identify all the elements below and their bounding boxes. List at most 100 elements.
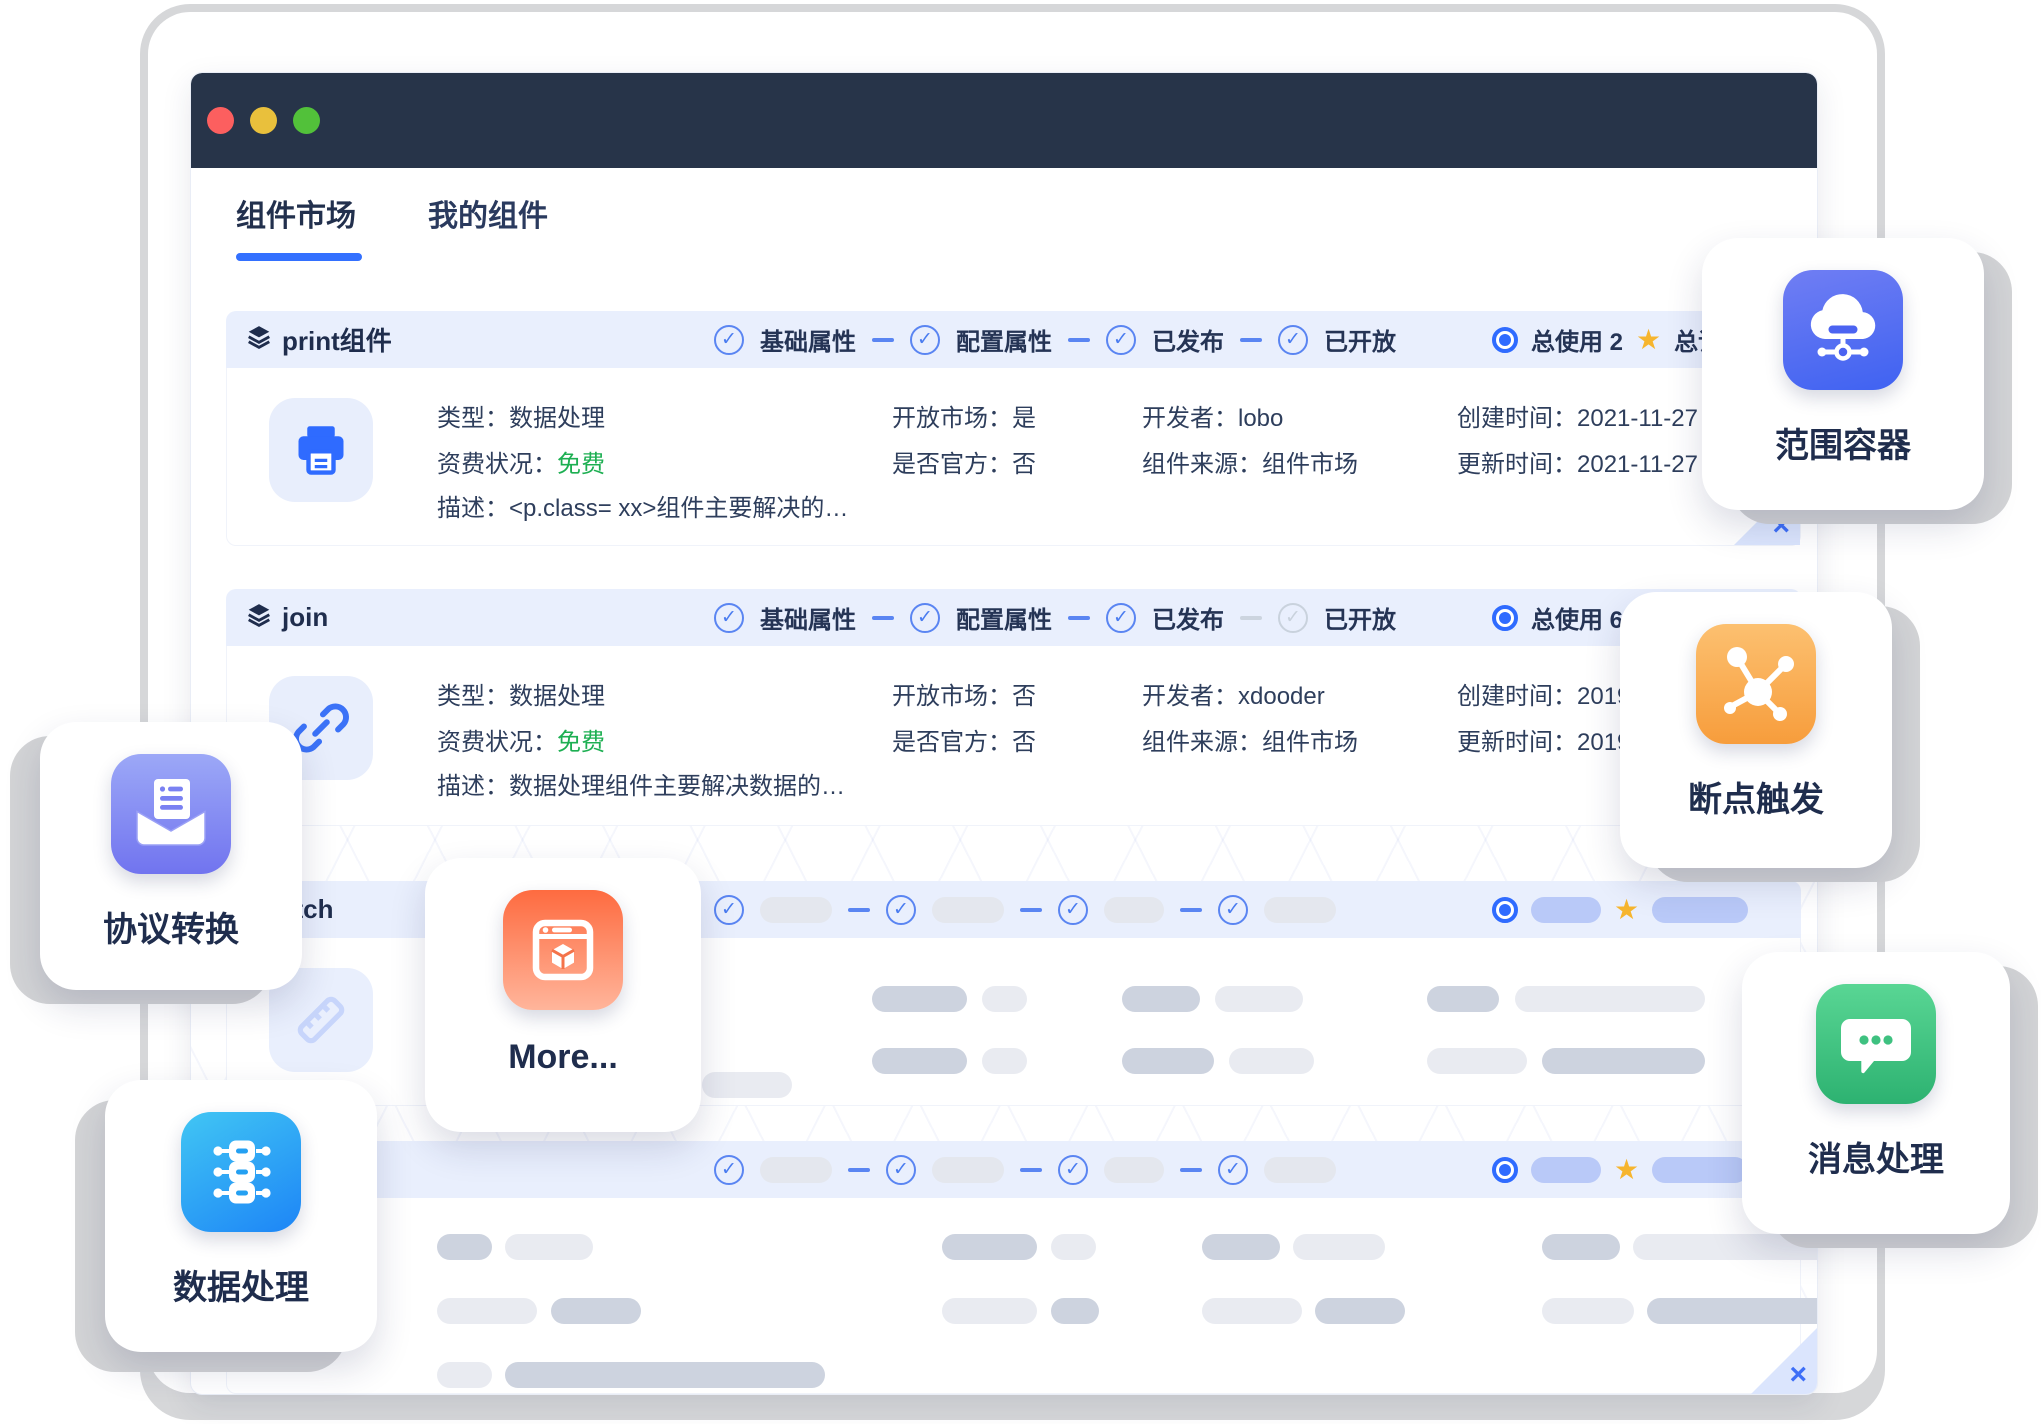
step-dash: [1180, 908, 1202, 912]
floating-card-data-processing[interactable]: 数据处理: [105, 1080, 377, 1352]
floating-card-scope-container[interactable]: 范围容器: [1702, 238, 1984, 510]
step-dash: [1068, 338, 1090, 342]
usage-count: 总使用 2: [1531, 322, 1623, 357]
row-stats: ★: [1492, 881, 1748, 938]
star-icon: ★: [1614, 896, 1639, 924]
usage-icon: [1492, 605, 1518, 631]
field-type: 类型：数据处理: [437, 676, 605, 711]
skeleton-pill: [437, 1298, 537, 1324]
component-row-header[interactable]: ✓ ✓ ✓ ✓ ★: [226, 1141, 1801, 1198]
check-icon: ✓: [910, 603, 940, 633]
row-stats: ★: [1492, 1141, 1748, 1198]
field-open-market: 开放市场：否: [892, 676, 1036, 711]
step-dash: [848, 1168, 870, 1172]
row-details: 类型：数据处理 资费状况：免费 描述：数据处理组件主要解决数据的… 开放市场：否…: [226, 646, 1801, 826]
minimize-window-button[interactable]: [250, 107, 277, 134]
row-details: 类型：数据处理 资费状况：免费 描述：<p.class= xx>组件主要解决的……: [226, 368, 1801, 546]
field-developer: 开发者：lobo: [1142, 398, 1283, 433]
skeleton-pill: [1051, 1234, 1096, 1260]
page: 组件市场 我的组件 print组件 ✓ 基础属性 ✓ 配置属性 ✓ 已发布 ✓ 已开放: [0, 0, 2041, 1424]
skeleton-pill: [437, 1362, 492, 1388]
skeleton-pill: [872, 1048, 967, 1074]
skeleton-pill: [1264, 897, 1336, 923]
check-icon: ✓: [886, 895, 916, 925]
skeleton-pill: [702, 1072, 792, 1098]
tab-my-components[interactable]: 我的组件: [428, 191, 548, 261]
field-developer: 开发者：xdooder: [1142, 676, 1325, 711]
row-details: [226, 1198, 1801, 1394]
skeleton-pill: [1293, 1234, 1385, 1260]
card-label: 协议转换: [103, 902, 239, 951]
step-label: 基础属性: [760, 600, 856, 635]
floating-card-protocol-conversion[interactable]: 协议转换: [40, 722, 302, 990]
molecule-icon: [1696, 624, 1816, 744]
card-label: 消息处理: [1808, 1132, 1944, 1181]
field-official: 是否官方：否: [892, 444, 1036, 479]
floating-card-breakpoint-trigger[interactable]: 断点触发: [1620, 592, 1892, 868]
step-dash: [848, 908, 870, 912]
skeleton-pill: [1652, 1157, 1748, 1183]
step-label: 已发布: [1152, 322, 1224, 357]
skeleton-pill: [1542, 1048, 1705, 1074]
field-official: 是否官方：否: [892, 722, 1036, 757]
field-open-market: 开放市场：是: [892, 398, 1036, 433]
chat-bubble-icon: [1816, 984, 1936, 1104]
check-icon: ✓: [1106, 603, 1136, 633]
skeleton-pill: [982, 1048, 1027, 1074]
skeleton-pill: [1122, 1048, 1214, 1074]
field-description: 描述：<p.class= xx>组件主要解决的…: [437, 488, 848, 523]
close-icon: ×: [1789, 1360, 1807, 1390]
step-dash: [1240, 338, 1262, 342]
skeleton-pill: [1202, 1234, 1280, 1260]
tab-component-market[interactable]: 组件市场: [236, 191, 356, 261]
card-label: More...: [508, 1038, 618, 1077]
data-mapping-icon: [181, 1112, 301, 1232]
skeleton-pill: [1427, 1048, 1527, 1074]
check-icon: ✓: [1106, 325, 1136, 355]
star-icon: ★: [1636, 326, 1661, 354]
maximize-window-button[interactable]: [293, 107, 320, 134]
check-icon: ✓: [910, 325, 940, 355]
step-label: 已开放: [1324, 322, 1396, 357]
check-icon: ✓: [714, 325, 744, 355]
skeleton-pill: [505, 1362, 825, 1388]
progress-steps: ✓ ✓ ✓ ✓: [714, 1141, 1336, 1198]
step-label: 已发布: [1152, 600, 1224, 635]
skeleton-pill: [982, 986, 1027, 1012]
row-stats: 总使用 6: [1492, 589, 1623, 646]
skeleton-pill: [872, 986, 967, 1012]
component-row-print: print组件 ✓基础属性 ✓配置属性 ✓已发布 ✓已开放 总使用 2 ★ 总评: [226, 311, 1801, 546]
skeleton-pill: [942, 1234, 1037, 1260]
check-icon: ✓: [1278, 325, 1308, 355]
step-label: 配置属性: [956, 600, 1052, 635]
card-label: 断点触发: [1688, 772, 1824, 821]
envelope-document-icon: [111, 754, 231, 874]
browser-cube-icon: [503, 890, 623, 1010]
component-row-join: join ✓基础属性 ✓配置属性 ✓已发布 ✓已开放 总使用 6 类型：数据处理: [226, 589, 1801, 826]
layers-icon: [246, 602, 272, 633]
close-window-button[interactable]: [207, 107, 234, 134]
check-icon: ✓: [1218, 1155, 1248, 1185]
progress-steps: ✓基础属性 ✓配置属性 ✓已发布 ✓已开放: [714, 589, 1396, 646]
floating-card-message-processing[interactable]: 消息处理: [1742, 952, 2010, 1234]
field-source: 组件来源：组件市场: [1142, 722, 1358, 757]
component-row-header[interactable]: print组件 ✓基础属性 ✓配置属性 ✓已发布 ✓已开放 总使用 2 ★ 总评: [226, 311, 1801, 368]
field-description: 描述：数据处理组件主要解决数据的…: [437, 766, 845, 801]
step-dash: [1020, 908, 1042, 912]
component-name: print组件: [282, 321, 392, 358]
step-label: 配置属性: [956, 322, 1052, 357]
usage-count: 总使用 6: [1531, 600, 1623, 635]
floating-card-more[interactable]: More...: [425, 858, 701, 1132]
tab-bar: 组件市场 我的组件: [236, 191, 548, 261]
usage-icon: [1492, 897, 1518, 923]
row-title: join: [246, 589, 328, 646]
close-corner-button[interactable]: ×: [1751, 1328, 1817, 1394]
step-dash: [872, 338, 894, 342]
component-row-header[interactable]: join ✓基础属性 ✓配置属性 ✓已发布 ✓已开放 总使用 6: [226, 589, 1801, 646]
step-dash: [872, 616, 894, 620]
skeleton-pill: [1315, 1298, 1405, 1324]
skeleton-pill: [437, 1234, 492, 1260]
field-source: 组件来源：组件市场: [1142, 444, 1358, 479]
layers-icon: [246, 324, 272, 355]
step-label: 已开放: [1324, 600, 1396, 635]
